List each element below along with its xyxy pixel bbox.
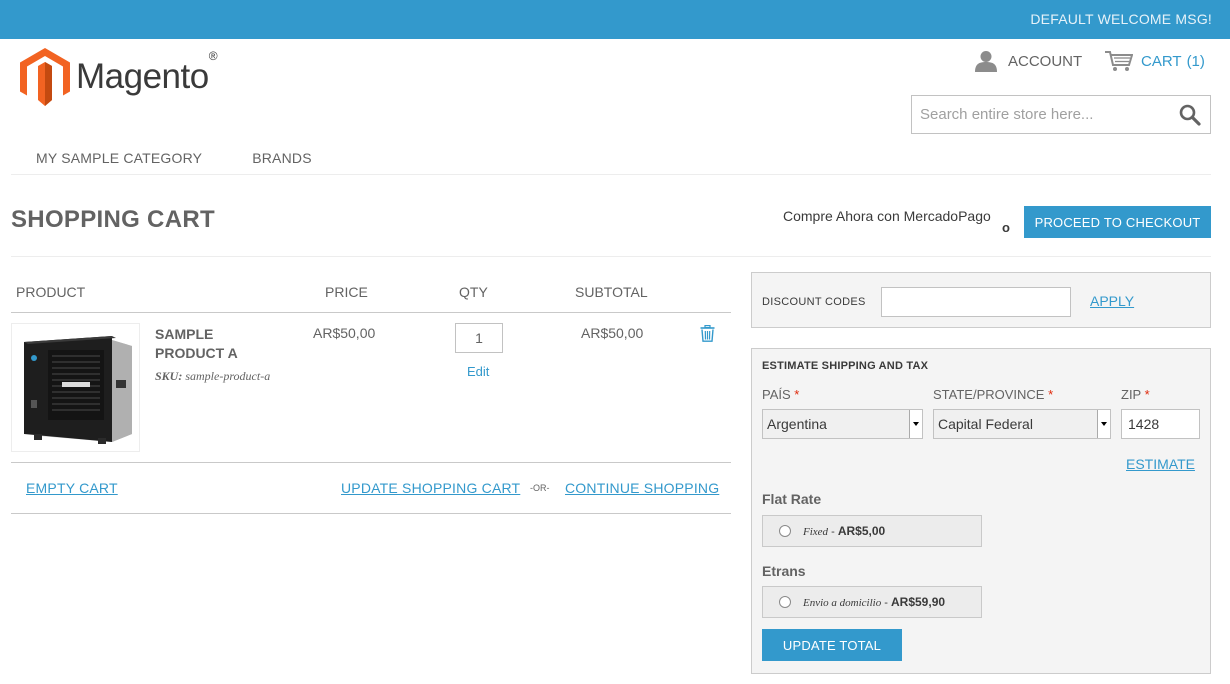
estimate-shipping-panel: ESTIMATE SHIPPING AND TAX PAÍS * STATE/P… <box>751 348 1211 674</box>
state-label: STATE/PROVINCE * <box>933 387 1054 402</box>
welcome-message: DEFAULT WELCOME MSG! <box>1030 11 1212 27</box>
table-header-divider <box>11 312 731 313</box>
discount-panel: DISCOUNT CODES APPLY <box>751 272 1211 328</box>
mercadopago-or: o <box>1002 220 1010 235</box>
account-link[interactable]: ACCOUNT <box>974 48 1082 74</box>
top-bar: DEFAULT WELCOME MSG! <box>0 0 1230 39</box>
header-qty: QTY <box>459 284 488 300</box>
state-selected-value: Capital Federal <box>938 416 1033 432</box>
proceed-to-checkout-button[interactable]: PROCEED TO CHECKOUT <box>1024 206 1211 238</box>
estimate-button[interactable]: ESTIMATE <box>1126 456 1195 472</box>
nav-item-brands[interactable]: BRANDS <box>227 150 337 166</box>
account-label: ACCOUNT <box>1008 52 1083 70</box>
table-footer-divider <box>11 513 731 514</box>
apply-discount-button[interactable]: APPLY <box>1090 293 1134 309</box>
nav-item-my-sample-category[interactable]: MY SAMPLE CATEGORY <box>11 150 227 166</box>
country-selected-value: Argentina <box>767 416 827 432</box>
shipping-rate-option[interactable]: Envio a domicilio - AR$59,90 <box>762 586 982 618</box>
cart-icon <box>1105 51 1133 71</box>
search-input[interactable] <box>912 96 1172 133</box>
shipping-method-title: Flat Rate <box>762 491 822 507</box>
header-price: PRICE <box>325 284 368 300</box>
search-icon[interactable] <box>1179 104 1201 126</box>
discount-label: DISCOUNT CODES <box>762 296 866 308</box>
magento-logo-icon <box>20 48 70 106</box>
rate-radio[interactable] <box>779 525 791 537</box>
or-separator: -OR- <box>530 483 550 493</box>
user-icon <box>975 51 997 72</box>
continue-shopping-button[interactable]: CONTINUE SHOPPING <box>565 480 719 496</box>
magento-logo[interactable]: Magento® <box>20 48 218 106</box>
chevron-down-icon <box>1097 410 1110 438</box>
product-image[interactable] <box>11 323 140 452</box>
header-cart-link[interactable]: CART (1) <box>1104 48 1205 74</box>
zip-label: ZIP * <box>1121 387 1150 402</box>
product-sku: SKU: sample-product-a <box>155 369 271 383</box>
state-select[interactable]: Capital Federal <box>933 409 1111 439</box>
estimate-shipping-title: ESTIMATE SHIPPING AND TAX <box>762 360 929 372</box>
title-divider <box>11 256 1211 257</box>
main-nav: MY SAMPLE CATEGORY BRANDS <box>11 150 337 166</box>
rate-radio[interactable] <box>779 596 791 608</box>
update-shopping-cart-button[interactable]: UPDATE SHOPPING CART <box>341 480 520 496</box>
country-label: PAÍS * <box>762 387 800 402</box>
edit-item-link[interactable]: Edit <box>467 364 489 379</box>
nav-divider <box>11 174 1211 175</box>
page-title: SHOPPING CART <box>11 206 215 233</box>
table-row-divider <box>11 462 731 463</box>
zip-input[interactable]: 1428 <box>1121 409 1200 439</box>
cart-label: CART <box>1141 52 1182 70</box>
product-price: AR$50,00 <box>313 325 376 341</box>
product-subtotal: AR$50,00 <box>581 325 644 341</box>
chevron-down-icon <box>909 410 922 438</box>
search-box <box>911 95 1211 134</box>
cart-count: (1) <box>1186 52 1205 70</box>
header-subtotal: SUBTOTAL <box>575 284 648 300</box>
nas-device-image <box>24 336 132 444</box>
country-select[interactable]: Argentina <box>762 409 923 439</box>
update-total-button[interactable]: UPDATE TOTAL <box>762 629 902 661</box>
logo-text: Magento® <box>76 49 218 96</box>
qty-input[interactable] <box>455 323 503 353</box>
discount-code-input[interactable] <box>881 287 1071 317</box>
empty-cart-button[interactable]: EMPTY CART <box>26 480 118 496</box>
mercadopago-link[interactable]: Compre Ahora con MercadoPago <box>783 208 991 224</box>
product-name[interactable]: SAMPLE PRODUCT A <box>155 325 275 363</box>
trash-icon[interactable] <box>700 325 715 342</box>
header-product: PRODUCT <box>16 284 86 300</box>
shipping-rate-option[interactable]: Fixed - AR$5,00 <box>762 515 982 547</box>
rate-label: Fixed - AR$5,00 <box>803 524 886 538</box>
rate-label: Envio a domicilio - AR$59,90 <box>803 595 946 609</box>
shipping-method-title: Etrans <box>762 563 806 579</box>
